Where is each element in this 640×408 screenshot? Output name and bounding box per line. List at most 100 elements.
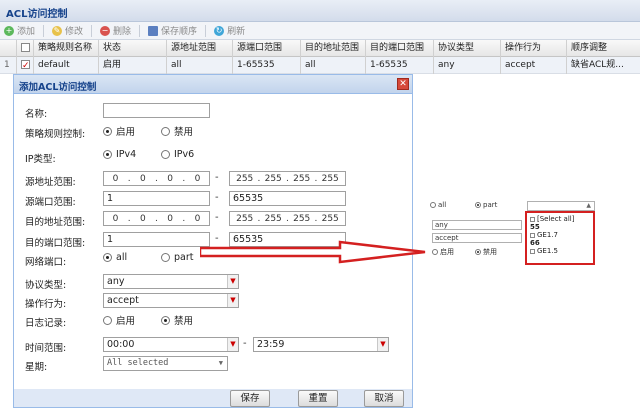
column-header[interactable]: 目的地址范围 [301, 40, 366, 57]
row-checkbox[interactable] [21, 58, 30, 74]
chevron-down-icon[interactable]: ▼ [227, 294, 238, 307]
ip-type-label: IP类型: [25, 154, 56, 165]
radio-icon [161, 150, 170, 159]
cell-action: accept [501, 57, 567, 74]
time-end-select[interactable]: 23:59 ▼ [253, 337, 389, 352]
chevron-down-icon[interactable]: ▼ [219, 357, 223, 370]
save-order-button[interactable]: 保存顺序 [148, 24, 197, 37]
dropdown-option[interactable]: [Select all] [530, 215, 590, 223]
action-label: 操作行为: [25, 299, 67, 310]
toolbar-divider [43, 24, 45, 37]
log-disable-radio[interactable]: 禁用 [161, 313, 193, 327]
week-select[interactable]: All selected ▼ [103, 356, 228, 371]
ipv6-radio[interactable]: IPv6 [161, 149, 194, 160]
cell-dst-port: 1-65535 [366, 57, 434, 74]
toolbar-divider [205, 24, 207, 37]
inset-part-radio[interactable]: part [475, 201, 497, 209]
radio-selected-icon [475, 202, 481, 208]
dialog-title-bar[interactable]: 添加ACL访问控制 ✕ [14, 75, 412, 94]
inset-protocol-select[interactable]: any [432, 220, 522, 230]
range-dash: - [215, 172, 219, 183]
time-start-select[interactable]: 00:00 ▼ [103, 337, 239, 352]
dst-port-start-input[interactable]: 1 [103, 232, 210, 247]
cell-order: 缺省ACL规... [571, 60, 624, 70]
radio-icon [430, 202, 436, 208]
radio-icon [103, 315, 112, 325]
chevron-down-icon: ▲ [586, 202, 591, 209]
inset-log-enable-radio[interactable]: 启用 [432, 247, 454, 257]
ipv4-radio[interactable]: IPv4 [103, 149, 136, 160]
inset-action-select[interactable]: accept [432, 233, 522, 243]
close-icon[interactable]: ✕ [397, 78, 409, 90]
inset-port-select[interactable]: ▲ [527, 201, 595, 211]
cancel-button[interactable]: 取消 [364, 390, 404, 407]
toolbar-divider [91, 24, 93, 37]
inset-all-radio[interactable]: all [430, 201, 446, 209]
name-input[interactable] [103, 103, 210, 118]
radio-selected-icon [161, 315, 170, 325]
column-header[interactable]: 目的端口范围 [366, 40, 434, 57]
chevron-down-icon[interactable]: ▼ [227, 275, 238, 288]
radio-selected-icon [103, 253, 112, 262]
range-dash: - [215, 212, 219, 223]
radio-selected-icon [103, 150, 112, 159]
column-header[interactable]: 源端口范围 [233, 40, 301, 57]
row-select[interactable] [17, 57, 34, 74]
src-ip-end-input[interactable]: 255. 255. 255. 255 [229, 171, 346, 186]
checkbox-icon [530, 248, 535, 254]
add-button[interactable]: + 添加 [4, 24, 35, 37]
column-header[interactable]: 源地址范围 [167, 40, 233, 57]
dialog-title: 添加ACL访问控制 [19, 82, 97, 93]
src-port-label: 源端口范围: [25, 197, 76, 208]
refresh-button[interactable]: ↻ 刷新 [214, 24, 245, 37]
radio-icon [161, 253, 170, 262]
save-button[interactable]: 保存 [230, 390, 270, 407]
chevron-down-icon[interactable]: ▼ [227, 338, 238, 351]
column-header[interactable]: 状态 [99, 40, 167, 57]
radio-icon [432, 249, 438, 255]
select-all-header[interactable] [17, 40, 34, 57]
net-port-part-radio[interactable]: part [161, 252, 193, 263]
policy-enable-radio[interactable]: 启用 [103, 124, 135, 138]
inset-log-disable-radio[interactable]: 禁用 [475, 247, 497, 257]
column-header[interactable]: 顺序调整 [567, 40, 639, 57]
dst-port-label: 目的端口范围: [25, 238, 86, 249]
log-enable-radio[interactable]: 启用 [103, 313, 135, 327]
net-port-label: 网络端口: [25, 257, 67, 268]
reset-button[interactable]: 重置 [298, 390, 338, 407]
src-port-start-input[interactable]: 1 [103, 191, 210, 206]
select-all-checkbox[interactable] [21, 43, 30, 52]
time-label: 时间范围: [25, 343, 67, 354]
dst-ip-end-input[interactable]: 255. 255. 255. 255 [229, 211, 346, 226]
edit-button[interactable]: ✎ 修改 [52, 24, 83, 37]
src-ip-start-input[interactable]: 0.0.0.0 [103, 171, 210, 186]
range-dash: - [243, 338, 247, 349]
cell-protocol: any [434, 57, 501, 74]
dropdown-option[interactable]: 55 [530, 223, 590, 231]
src-port-end-input[interactable]: 65535 [229, 191, 346, 206]
port-dropdown-list: [Select all] 55 GE1.7 66 GE1.5 [525, 211, 595, 265]
policy-disable-radio[interactable]: 禁用 [161, 124, 193, 138]
delete-icon: − [100, 25, 111, 36]
table-row[interactable]: 1 default 启用 all 1-65535 all 1-65535 any… [0, 57, 640, 74]
range-dash: - [215, 192, 219, 203]
column-header[interactable]: 协议类型 [434, 40, 501, 57]
checkbox-icon [530, 216, 535, 222]
column-header[interactable]: 操作行为 [501, 40, 567, 57]
dropdown-option[interactable]: GE1.7 [530, 231, 590, 239]
week-label: 星期: [25, 362, 48, 373]
policy-label: 策略规则控制: [25, 129, 86, 140]
dropdown-option[interactable]: GE1.5 [530, 247, 590, 255]
dropdown-option[interactable]: 66 [530, 239, 590, 247]
chevron-down-icon[interactable]: ▼ [377, 338, 388, 351]
column-header[interactable]: 策略规则名称 [34, 40, 99, 57]
delete-button[interactable]: − 删除 [100, 24, 131, 37]
action-select[interactable]: accept ▼ [103, 293, 239, 308]
row-number: 1 [0, 57, 17, 74]
net-port-all-radio[interactable]: all [103, 252, 127, 263]
toolbar: + 添加 ✎ 修改 − 删除 保存顺序 ↻ 刷新 [0, 22, 640, 40]
name-label: 名称: [25, 109, 48, 120]
checkbox-icon [530, 232, 535, 238]
dst-ip-start-input[interactable]: 0.0.0.0 [103, 211, 210, 226]
protocol-select[interactable]: any ▼ [103, 274, 239, 289]
